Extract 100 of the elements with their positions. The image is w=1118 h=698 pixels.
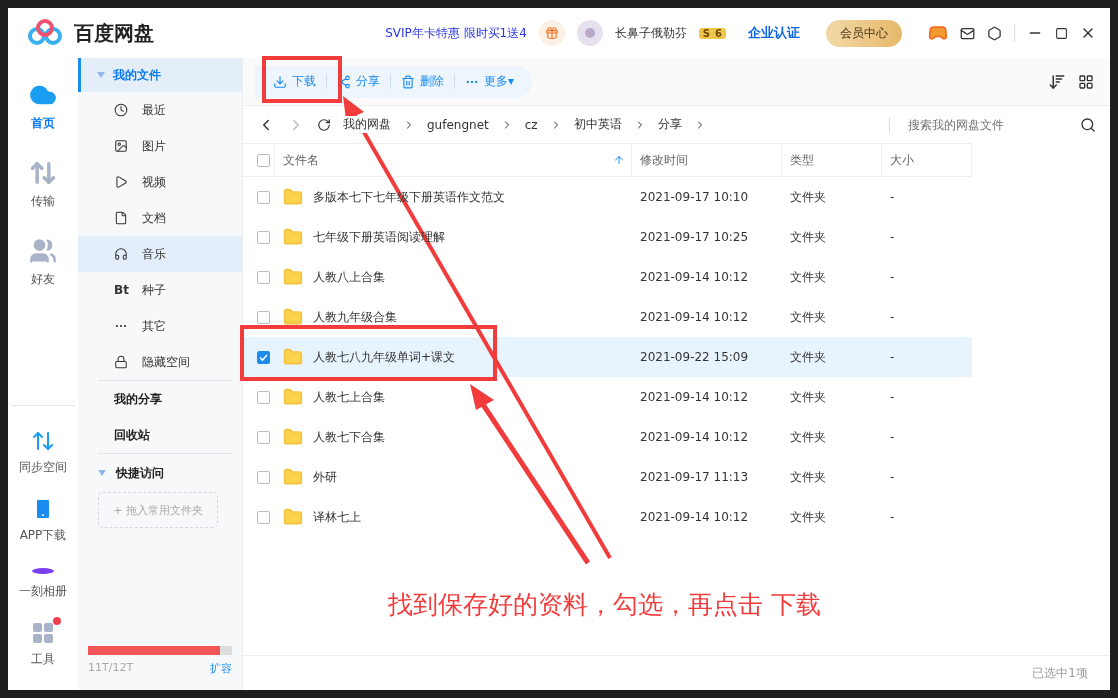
modified-time: 2021-09-14 10:12 [639,429,750,446]
image-icon [114,139,128,153]
row-checkbox[interactable] [257,350,270,364]
file-name[interactable]: 译林七上 [313,509,361,524]
file-size: - [889,269,896,286]
file-size: - [889,309,896,326]
breadcrumb-item[interactable]: cz [524,117,538,132]
transfer-icon [29,159,57,187]
file-type: 文件夹 [789,228,827,246]
gift-icon[interactable] [538,20,565,46]
avatar-icon[interactable] [576,20,603,46]
file-size: - [889,509,896,526]
nav-item[interactable]: 好友 [21,232,65,288]
row-checkbox[interactable] [257,230,270,244]
modified-time: 2021-09-14 10:12 [639,509,750,526]
mail-icon[interactable] [960,25,975,41]
member-center-button[interactable]: 会员中心 [826,19,902,47]
app-title: 百度网盘 [74,19,154,47]
nav-item[interactable]: 一刻相册 [11,560,75,600]
folder-icon [283,227,303,247]
nav-item[interactable]: APP下载 [11,492,75,544]
refresh-icon[interactable] [317,117,331,132]
column-header[interactable]: 大小 [882,143,972,177]
sync-icon [31,429,55,453]
search-field[interactable]: 搜索我的网盘文件 [906,116,1080,133]
row-checkbox[interactable] [257,390,270,404]
nav-item[interactable]: 传输 [21,154,65,210]
file-type: 文件夹 [789,188,827,206]
file-name[interactable]: 人教七下合集 [313,429,385,444]
column-header[interactable]: 类型 [782,143,882,177]
torrent-label: Bt [114,283,128,297]
file-type: 文件夹 [789,428,827,446]
annotation-text: 找到保存好的资料，勾选，再点击 下载 [388,589,821,621]
status-text: 已选中1项 [243,655,1110,690]
modified-time: 2021-09-17 11:13 [639,469,750,486]
select-all-checkbox[interactable] [257,153,270,167]
trash-icon [401,74,415,89]
file-name[interactable]: 人教九年级合集 [313,309,397,324]
sidebar-link[interactable]: 回收站 [98,417,232,453]
file-name[interactable]: 外研 [313,469,337,484]
modified-time: 2021-09-22 15:09 [632,337,782,377]
level-badge: S 6 [698,27,726,39]
file-size: - [889,389,896,406]
grid-view-icon[interactable] [1078,73,1094,90]
column-header[interactable]: 修改时间 [632,143,782,177]
sort-arrow-icon [613,154,625,166]
breadcrumb-item[interactable]: 我的网盘 [343,117,391,131]
breadcrumb-item[interactable]: 分享 [657,117,682,131]
folder-icon [283,347,303,367]
folder-icon [283,187,303,207]
enterprise-link[interactable]: 企业认证 [748,24,800,42]
file-size: - [882,337,972,377]
folder-icon [283,387,303,407]
people-icon [29,237,57,265]
gamepad-icon[interactable] [928,23,948,43]
row-checkbox[interactable] [257,510,270,524]
album-logo-icon [31,565,55,577]
headphones-icon [114,247,128,261]
folder-icon [283,467,303,487]
settings-icon[interactable] [987,25,1002,41]
file-type: 文件夹 [789,508,827,526]
column-header[interactable]: 文件名 [275,143,632,177]
sidebar-item[interactable]: 音乐 [78,236,242,272]
row-checkbox[interactable] [257,190,270,204]
modified-time: 2021-09-14 10:12 [639,389,750,406]
storage-text: 11T/12T [88,661,134,676]
modified-time: 2021-09-14 10:12 [639,309,750,326]
row-checkbox[interactable] [257,270,270,284]
nav-item[interactable]: 同步空间 [11,424,75,476]
folder-icon [283,507,303,527]
promo-link[interactable]: SVIP年卡特惠 限时买1送4 [385,24,527,42]
breadcrumb-item[interactable]: 初中英语 [573,117,622,131]
file-size: - [889,469,896,486]
file-size: - [889,229,896,246]
file-name[interactable]: 人教八上合集 [313,269,385,284]
user-name[interactable]: 长鼻子俄勒芬 [614,24,687,42]
clock-icon [114,103,128,117]
file-name[interactable]: 人教七八九年级单词+课文 [313,349,456,364]
search-icon[interactable] [1080,116,1096,133]
file-type: 文件夹 [789,468,827,486]
maximize-icon[interactable] [1055,26,1068,40]
row-checkbox[interactable] [257,470,270,484]
file-type: 文件夹 [789,388,827,406]
file-type: 文件夹 [782,337,882,377]
folder-icon [283,307,303,327]
download-icon [273,74,287,89]
sidebar-header[interactable]: 我的文件 [78,58,242,92]
folder-icon [283,427,303,447]
nav-item[interactable]: 首页 [21,76,65,132]
row-checkbox[interactable] [257,310,270,324]
quick-access-header[interactable]: 快捷访问 [78,454,242,492]
file-name[interactable]: 人教七上合集 [313,389,385,404]
modified-time: 2021-09-17 10:10 [639,189,750,206]
row-checkbox[interactable] [257,430,270,444]
sort-icon[interactable] [1048,72,1066,91]
cloud-logo-icon [28,19,62,47]
sidebar-link[interactable]: 我的分享 [98,381,232,417]
nav-item[interactable]: 工具 [23,616,63,668]
apps-icon [31,621,55,645]
breadcrumb-item[interactable]: gufengnet [427,117,489,132]
